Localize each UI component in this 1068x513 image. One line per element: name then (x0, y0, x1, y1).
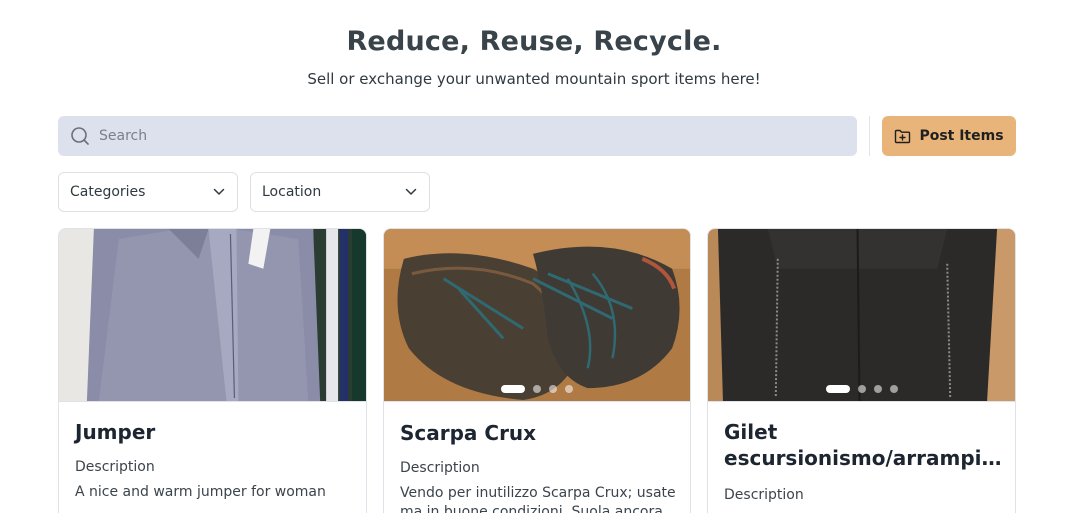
location-label: Location (262, 184, 322, 200)
item-title-line: Gilet (724, 420, 778, 444)
item-title[interactable]: Jumper (75, 419, 355, 445)
item-card-gilet[interactable]: Gilet escursionismo/arrampic... Descript… (707, 228, 1016, 513)
item-title[interactable]: Gilet escursionismo/arrampic... (724, 419, 1009, 471)
description-label: Description (724, 487, 804, 503)
description-label: Description (400, 460, 480, 476)
item-description: Vendo per inutilizzo Scarpa Crux; usate … (400, 485, 676, 513)
image-carousel-dots[interactable] (384, 385, 690, 393)
folder-plus-icon (895, 129, 911, 143)
carousel-dot[interactable] (533, 385, 541, 393)
location-dropdown[interactable]: Location (250, 172, 430, 212)
page-title: Reduce, Reuse, Recycle. (346, 26, 722, 57)
carousel-dot[interactable] (889, 385, 898, 393)
post-items-label: Post Items (919, 128, 1004, 144)
toolbar-divider (869, 116, 870, 156)
item-image[interactable] (59, 229, 366, 402)
item-title-line: escursionismo/arrampic... (724, 446, 1009, 470)
search-bar[interactable] (58, 116, 857, 156)
carousel-dot[interactable] (825, 385, 850, 393)
image-carousel-dots[interactable] (708, 385, 1015, 393)
search-icon (71, 127, 89, 145)
item-card-jumper[interactable]: Jumper Description A nice and warm jumpe… (58, 228, 367, 513)
carousel-dot[interactable] (501, 385, 525, 393)
carousel-dot[interactable] (857, 385, 866, 393)
search-input[interactable] (99, 128, 819, 144)
vest-photo (708, 229, 1015, 401)
item-card-scarpa-crux[interactable]: Scarpa Crux Description Vendo per inutil… (383, 228, 691, 513)
description-label: Description (75, 459, 155, 475)
categories-label: Categories (70, 184, 146, 200)
carousel-dot[interactable] (565, 385, 573, 393)
post-items-button[interactable]: Post Items (882, 116, 1016, 156)
item-image[interactable] (384, 229, 690, 402)
item-description: A nice and warm jumper for woman (75, 484, 326, 500)
item-image[interactable] (708, 229, 1015, 402)
categories-dropdown[interactable]: Categories (58, 172, 238, 212)
carousel-dot[interactable] (549, 385, 557, 393)
page-subtitle: Sell or exchange your unwanted mountain … (307, 70, 761, 88)
jumper-photo (59, 229, 366, 401)
shoes-photo (384, 229, 690, 401)
chevron-down-icon (405, 188, 417, 195)
item-title[interactable]: Scarpa Crux (400, 420, 680, 446)
chevron-down-icon (213, 188, 225, 195)
carousel-dot[interactable] (873, 385, 882, 393)
